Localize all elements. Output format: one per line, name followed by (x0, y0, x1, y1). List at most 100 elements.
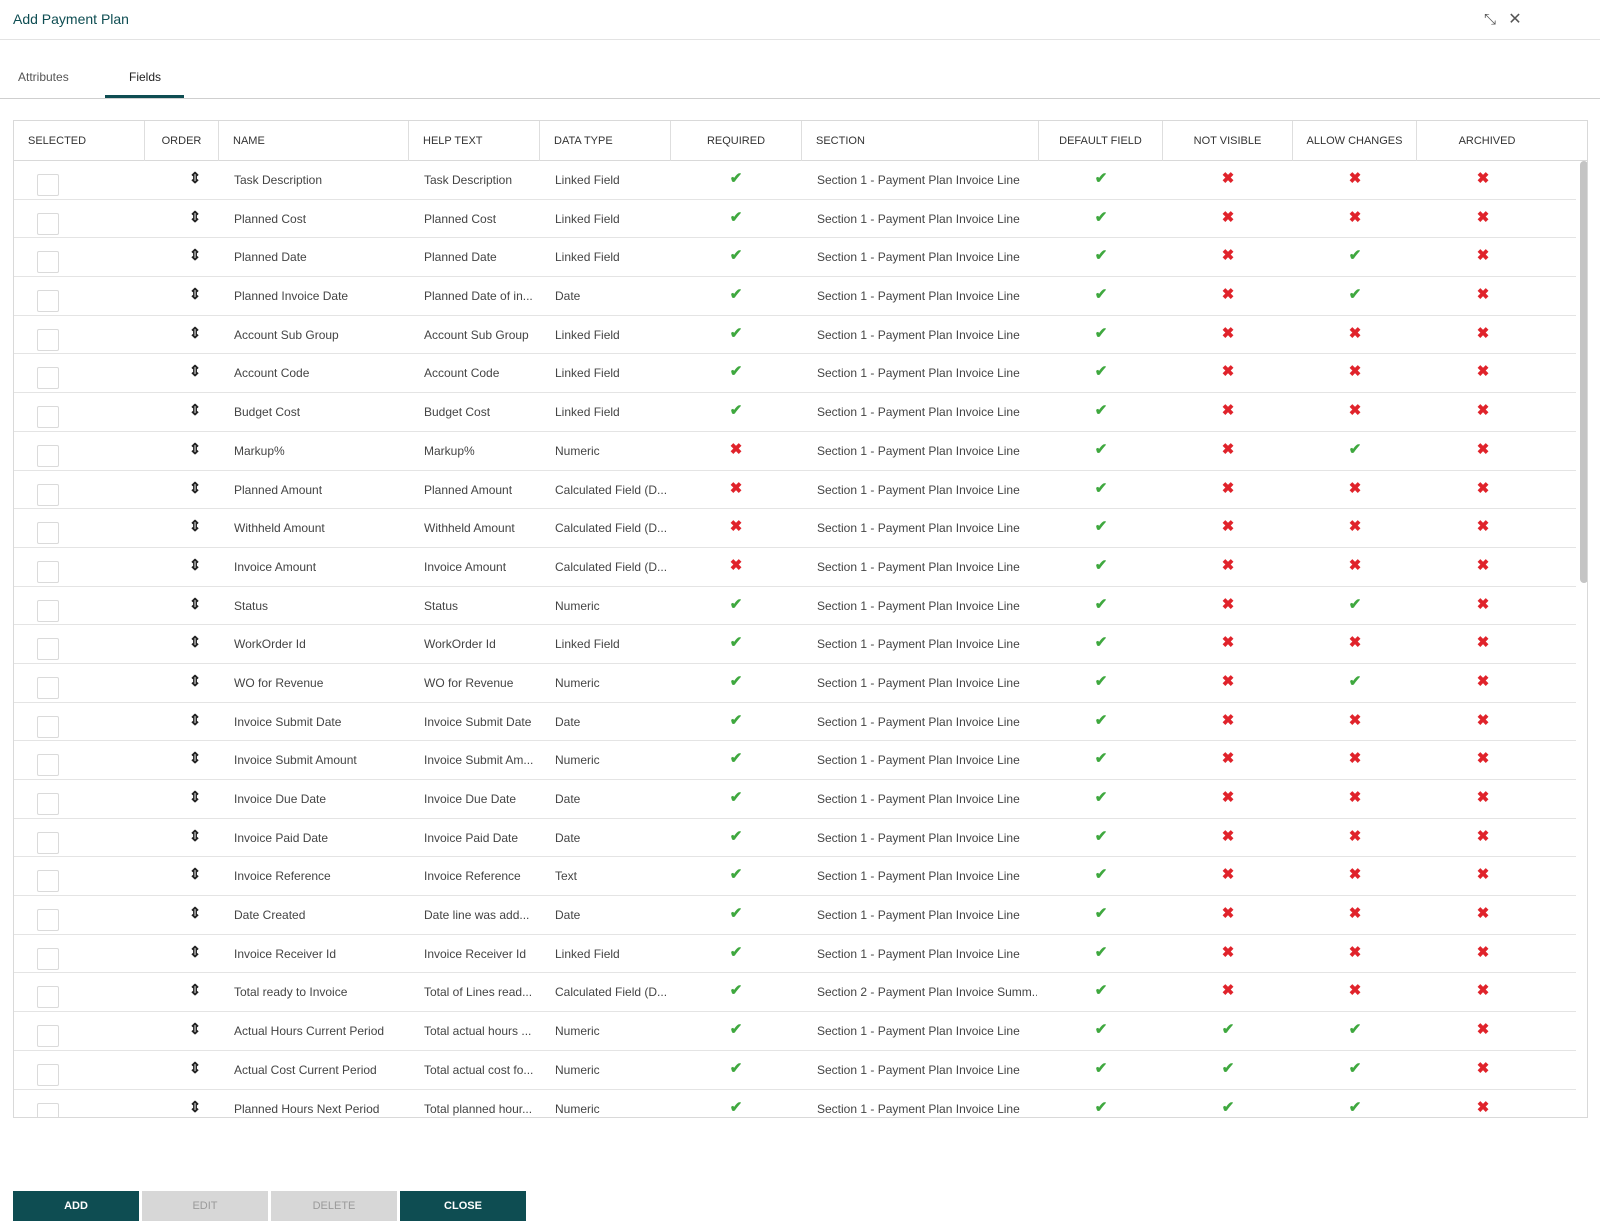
drag-order-icon[interactable]: ⇕ (187, 548, 203, 586)
row-select-checkbox[interactable] (37, 676, 59, 699)
table-row[interactable]: ⇕ Status Status Numeric Section 1 - Payment … (14, 587, 1576, 626)
row-select-checkbox[interactable] (37, 986, 59, 1009)
table-row[interactable]: ⇕ Budget Cost Budget Cost Linked Field Secti… (14, 393, 1576, 432)
column-header-not-visible[interactable]: NOT VISIBLE (1163, 121, 1293, 161)
drag-order-icon[interactable]: ⇕ (187, 780, 203, 818)
table-row[interactable]: ⇕ Invoice Submit Amount Invoice Submit Am.… (14, 741, 1576, 780)
drag-order-icon[interactable]: ⇕ (187, 819, 203, 857)
check-icon: ✔ (1094, 518, 1108, 536)
drag-order-icon[interactable]: ⇕ (187, 200, 203, 238)
table-row[interactable]: ⇕ Invoice Reference Invoice Reference Text S… (14, 857, 1576, 897)
row-select-checkbox[interactable] (37, 715, 59, 738)
row-select-checkbox[interactable] (37, 522, 59, 545)
drag-order-icon[interactable]: ⇕ (187, 393, 203, 431)
table-row[interactable]: ⇕ Invoice Amount Invoice Amount Calculated … (14, 548, 1576, 587)
table-row[interactable]: ⇕ Planned Hours Next Period Total planned … (14, 1090, 1576, 1118)
row-select-checkbox[interactable] (37, 328, 59, 351)
row-select-checkbox[interactable] (37, 1025, 59, 1048)
table-row[interactable]: ⇕ Actual Cost Current Period Total actual … (14, 1051, 1576, 1090)
table-row[interactable]: ⇕ Account Code Account Code Linked Field Sec… (14, 354, 1576, 394)
table-row[interactable]: ⇕ Date Created Date line was add... Date Sec… (14, 896, 1576, 935)
table-row[interactable]: ⇕ Actual Hours Current Period Total actual… (14, 1012, 1576, 1051)
row-select-checkbox[interactable] (37, 599, 59, 622)
column-header-selected[interactable]: SELECTED (14, 121, 145, 161)
table-row[interactable]: ⇕ Invoice Receiver Id Invoice Receiver Id L… (14, 935, 1576, 974)
drag-order-icon[interactable]: ⇕ (187, 896, 203, 934)
table-row[interactable]: ⇕ Planned Amount Planned Amount Calculated … (14, 471, 1576, 510)
column-header-archived[interactable]: ARCHIVED (1417, 121, 1557, 161)
column-header-order[interactable]: ORDER (145, 121, 219, 161)
add-button[interactable]: ADD (13, 1191, 139, 1221)
vertical-scrollbar[interactable] (1579, 161, 1587, 1117)
table-row[interactable]: ⇕ Planned Cost Planned Cost Linked Field Sec… (14, 200, 1576, 239)
close-button[interactable]: CLOSE (400, 1191, 526, 1221)
row-select-checkbox[interactable] (37, 947, 59, 970)
row-select-checkbox[interactable] (37, 174, 59, 196)
drag-order-icon[interactable]: ⇕ (187, 316, 203, 354)
drag-order-icon[interactable]: ⇕ (187, 471, 203, 509)
column-header-help-text[interactable]: HELP TEXT (409, 121, 540, 161)
column-header-default-field[interactable]: DEFAULT FIELD (1039, 121, 1163, 161)
drag-order-icon[interactable]: ⇕ (187, 973, 203, 1011)
drag-order-icon[interactable]: ⇕ (187, 277, 203, 315)
scrollbar-thumb[interactable] (1580, 161, 1587, 583)
table-row[interactable]: ⇕ Markup% Markup% Numeric Section 1 - Paymen… (14, 432, 1576, 471)
row-select-checkbox[interactable] (37, 406, 59, 429)
drag-order-icon[interactable]: ⇕ (187, 238, 203, 276)
column-header-name[interactable]: NAME (219, 121, 409, 161)
table-row[interactable]: ⇕ Planned Date Planned Date Linked Field Sec… (14, 238, 1576, 278)
drag-order-icon[interactable]: ⇕ (187, 664, 203, 702)
delete-button[interactable]: DELETE (271, 1191, 397, 1221)
drag-order-icon[interactable]: ⇕ (187, 432, 203, 470)
drag-order-icon[interactable]: ⇕ (187, 1012, 203, 1050)
row-select-checkbox[interactable] (37, 560, 59, 583)
collapse-icon[interactable]: ⤡ (1480, 10, 1500, 30)
table-row[interactable]: ⇕ Total ready to Invoice Total of Lines re… (14, 973, 1576, 1013)
drag-order-icon[interactable]: ⇕ (187, 625, 203, 663)
table-row[interactable]: ⇕ WO for Revenue WO for Revenue Numeric Sect… (14, 664, 1576, 703)
row-select-checkbox[interactable] (37, 251, 59, 274)
row-select-checkbox[interactable] (37, 483, 59, 506)
row-select-checkbox[interactable] (37, 1102, 59, 1117)
tab-attributes[interactable]: Attributes (18, 70, 69, 84)
table-row[interactable]: ⇕ Task Description Task Description Linked … (14, 161, 1576, 200)
table-row[interactable]: ⇕ Invoice Submit Date Invoice Submit Date D… (14, 703, 1576, 742)
row-select-checkbox[interactable] (37, 212, 59, 235)
drag-order-icon[interactable]: ⇕ (187, 509, 203, 547)
row-select-checkbox[interactable] (37, 1063, 59, 1086)
cross-icon: ✖ (1348, 324, 1362, 342)
drag-order-icon[interactable]: ⇕ (187, 857, 203, 895)
fields-table: SELECTED ORDER NAME HELP TEXT DATA TYPE … (13, 120, 1588, 1118)
drag-order-icon[interactable]: ⇕ (187, 1051, 203, 1089)
row-select-checkbox[interactable] (37, 793, 59, 815)
drag-order-icon[interactable]: ⇕ (187, 703, 203, 741)
row-select-checkbox[interactable] (37, 290, 59, 313)
close-icon[interactable]: ✕ (1505, 10, 1525, 30)
column-header-required[interactable]: REQUIRED (671, 121, 802, 161)
drag-order-icon[interactable]: ⇕ (187, 161, 203, 199)
row-select-checkbox[interactable] (37, 870, 59, 893)
row-select-checkbox[interactable] (37, 638, 59, 661)
drag-order-icon[interactable]: ⇕ (187, 935, 203, 973)
drag-order-icon[interactable]: ⇕ (187, 587, 203, 625)
drag-order-icon[interactable]: ⇕ (187, 1090, 203, 1118)
cross-icon: ✖ (1476, 247, 1490, 265)
table-row[interactable]: ⇕ WorkOrder Id WorkOrder Id Linked Field Sec… (14, 625, 1576, 664)
tab-fields[interactable]: Fields (129, 70, 161, 84)
table-row[interactable]: ⇕ Invoice Due Date Invoice Due Date Date Sec… (14, 780, 1576, 819)
table-row[interactable]: ⇕ Planned Invoice Date Planned Date of in.… (14, 277, 1576, 316)
column-header-allow-changes[interactable]: ALLOW CHANGES (1293, 121, 1417, 161)
drag-order-icon[interactable]: ⇕ (187, 354, 203, 392)
edit-button[interactable]: EDIT (142, 1191, 268, 1221)
table-row[interactable]: ⇕ Invoice Paid Date Invoice Paid Date Date S… (14, 819, 1576, 858)
table-row[interactable]: ⇕ Withheld Amount Withheld Amount Calculate… (14, 509, 1576, 548)
table-row[interactable]: ⇕ Account Sub Group Account Sub Group Linke… (14, 316, 1576, 355)
column-header-data-type[interactable]: DATA TYPE (540, 121, 671, 161)
row-select-checkbox[interactable] (37, 754, 59, 777)
drag-order-icon[interactable]: ⇕ (187, 741, 203, 779)
row-select-checkbox[interactable] (37, 831, 59, 854)
column-header-section[interactable]: SECTION (802, 121, 1039, 161)
row-select-checkbox[interactable] (37, 367, 59, 390)
row-select-checkbox[interactable] (37, 909, 59, 932)
row-select-checkbox[interactable] (37, 444, 59, 467)
